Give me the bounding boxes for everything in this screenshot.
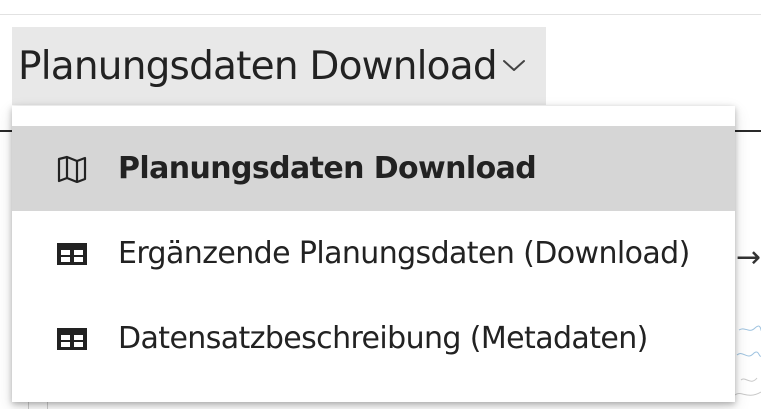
trigger-label: Planungsdaten Download <box>18 43 498 89</box>
top-divider <box>0 14 761 15</box>
menu-item-label: Datensatzbeschreibung (Metadaten) <box>118 321 648 356</box>
dropdown-menu: Planungsdaten Download Ergänzende Planun… <box>12 106 735 402</box>
menu-item-datensatzbeschreibung[interactable]: Datensatzbeschreibung (Metadaten) <box>12 296 735 381</box>
map-icon <box>52 155 92 183</box>
menu-item-label: Planungsdaten Download <box>118 151 537 186</box>
map-preview-fragment <box>735 325 761 396</box>
menu-item-label: Ergänzende Planungsdaten (Download) <box>118 236 690 271</box>
table-icon <box>52 327 92 351</box>
planning-data-dropdown-trigger[interactable]: Planungsdaten Download <box>12 27 546 105</box>
chevron-down-icon <box>501 53 527 79</box>
menu-item-planungsdaten-download[interactable]: Planungsdaten Download <box>12 126 735 211</box>
arrow-right-icon[interactable]: → <box>736 240 761 275</box>
table-icon <box>52 242 92 266</box>
menu-item-ergaenzende-planungsdaten[interactable]: Ergänzende Planungsdaten (Download) <box>12 211 735 296</box>
